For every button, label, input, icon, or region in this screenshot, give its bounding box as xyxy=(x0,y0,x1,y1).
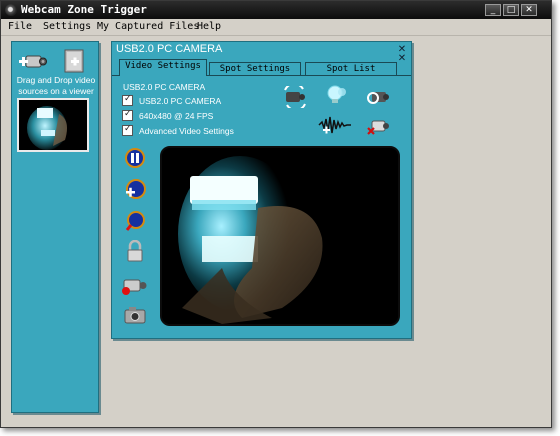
pause-icon[interactable] xyxy=(123,147,147,169)
minimize-button[interactable]: _ xyxy=(485,4,501,16)
viewer-detach-icon[interactable]: ✕ xyxy=(397,54,407,64)
add-file-icon[interactable] xyxy=(62,48,86,74)
remove-camera-icon[interactable] xyxy=(366,116,390,138)
title-bar[interactable]: Webcam Zone Trigger _ □ ✕ xyxy=(1,1,551,19)
menu-my-captured-files[interactable]: My Captured Files xyxy=(97,21,199,32)
tab-spot-list[interactable]: Spot List xyxy=(305,62,397,76)
viewer-title: USB2.0 PC CAMERA xyxy=(116,43,223,55)
menu-bar: File Settings My Captured Files Help xyxy=(1,19,551,36)
option-device[interactable]: USB2.0 PC CAMERA xyxy=(139,96,221,106)
lock-icon[interactable] xyxy=(123,240,147,262)
app-logo-icon xyxy=(5,4,17,16)
tab-video-settings[interactable]: Video Settings xyxy=(119,59,207,76)
option-resolution[interactable]: 640x480 @ 24 FPS xyxy=(139,111,213,121)
snapshot-icon[interactable] xyxy=(123,304,147,326)
maximize-button[interactable]: □ xyxy=(503,4,519,16)
live-video-view[interactable] xyxy=(160,146,400,326)
camera-source-thumbnail[interactable] xyxy=(17,98,89,152)
camera-settings-icon[interactable] xyxy=(366,86,390,108)
device-name-label: USB2.0 PC CAMERA xyxy=(123,82,206,92)
video-frame xyxy=(162,148,398,324)
app-window: Webcam Zone Trigger _ □ ✕ File Settings … xyxy=(0,0,552,428)
add-camera-icon[interactable] xyxy=(18,52,48,72)
checkbox-icon[interactable] xyxy=(122,94,133,106)
menu-help[interactable]: Help xyxy=(197,21,221,32)
add-zone-icon[interactable] xyxy=(123,178,147,200)
bulb-hint-icon[interactable] xyxy=(324,84,348,106)
window-title: Webcam Zone Trigger xyxy=(21,3,147,16)
checkbox-icon[interactable] xyxy=(122,124,133,136)
audio-wave-icon[interactable] xyxy=(317,114,353,136)
close-button[interactable]: ✕ xyxy=(521,4,537,16)
checkbox-icon[interactable] xyxy=(122,109,133,121)
record-camera-icon[interactable] xyxy=(121,275,149,297)
option-advanced-video-settings[interactable]: Advanced Video Settings xyxy=(139,126,234,136)
drag-drop-hint: Drag and Drop video sources on a viewer xyxy=(16,75,96,96)
rotate-camera-icon[interactable] xyxy=(283,86,307,108)
tab-spot-settings[interactable]: Spot Settings xyxy=(209,62,301,76)
menu-settings[interactable]: Settings xyxy=(43,21,91,32)
video-sources-panel: Drag and Drop video sources on a viewer xyxy=(11,41,99,413)
thumbnail-image xyxy=(19,100,87,150)
camera-viewer-panel: USB2.0 PC CAMERA ✕ ✕ Video Settings Spot… xyxy=(111,41,412,339)
menu-file[interactable]: File xyxy=(8,21,32,32)
zoom-icon[interactable] xyxy=(123,210,147,232)
